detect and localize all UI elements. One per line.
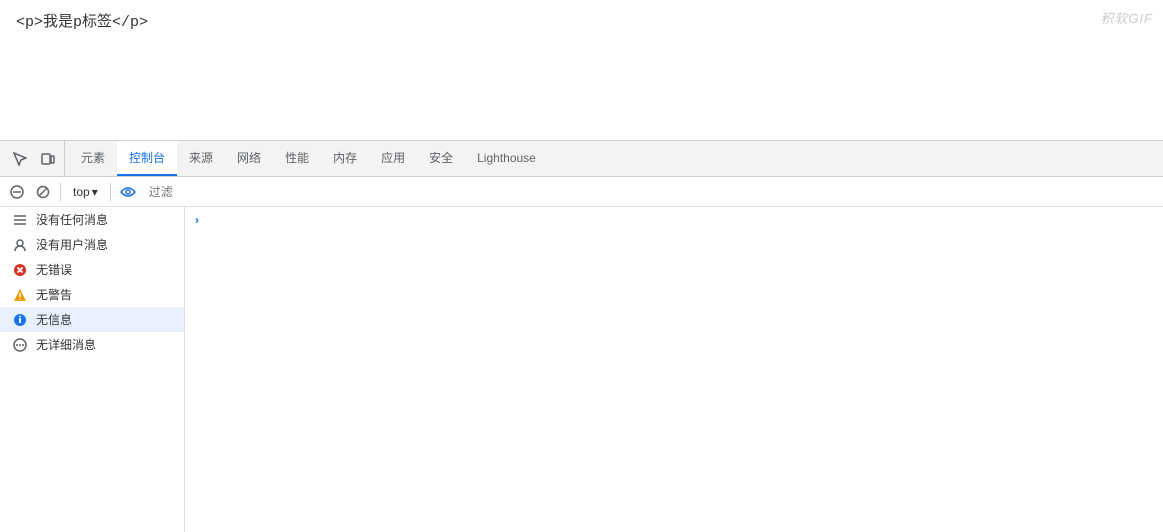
filter-eye-button[interactable]	[117, 181, 139, 203]
sidebar-item-info[interactable]: 无信息	[0, 307, 184, 332]
warnings-icon	[12, 287, 28, 303]
clear-console-button[interactable]	[6, 181, 28, 203]
browser-content: <p>我是p标签</p> 积软GIF	[0, 0, 1163, 140]
sidebar-label-all-messages: 没有任何消息	[36, 211, 108, 228]
sidebar-label-warnings: 无警告	[36, 286, 72, 303]
all-messages-icon	[12, 212, 28, 228]
sidebar-label-verbose: 无详细消息	[36, 336, 96, 353]
info-icon	[12, 312, 28, 328]
page-html-text: <p>我是p标签</p>	[16, 14, 148, 31]
context-selector[interactable]: top ▾	[67, 183, 104, 201]
tab-application[interactable]: 应用	[369, 141, 417, 176]
console-output: ›	[185, 207, 1163, 532]
sidebar-label-user-messages: 没有用户消息	[36, 236, 108, 253]
tab-console[interactable]: 控制台	[117, 141, 177, 176]
tab-network[interactable]: 网络	[225, 141, 273, 176]
sidebar-label-info: 无信息	[36, 311, 72, 328]
sidebar-label-errors: 无错误	[36, 261, 72, 278]
toolbar-separator-1	[60, 183, 61, 201]
tab-lighthouse[interactable]: Lighthouse	[465, 141, 548, 176]
block-icon[interactable]	[32, 181, 54, 203]
sidebar-item-user-messages[interactable]: 没有用户消息	[0, 232, 184, 257]
devtools-tab-bar: 元素 控制台 来源 网络 性能 内存 应用 安全	[0, 141, 1163, 177]
verbose-icon	[12, 337, 28, 353]
user-messages-icon	[12, 237, 28, 253]
console-main-panel: 没有任何消息 没有用户消息	[0, 207, 1163, 532]
filter-input[interactable]	[143, 185, 1157, 199]
device-toolbar-icon[interactable]	[36, 147, 60, 171]
sidebar-item-errors[interactable]: 无错误	[0, 257, 184, 282]
tab-performance[interactable]: 性能	[273, 141, 321, 176]
console-toolbar: top ▾	[0, 177, 1163, 207]
tab-sources[interactable]: 来源	[177, 141, 225, 176]
sidebar-item-verbose[interactable]: 无详细消息	[0, 332, 184, 357]
sidebar-item-warnings[interactable]: 无警告	[0, 282, 184, 307]
tab-memory[interactable]: 内存	[321, 141, 369, 176]
errors-icon	[12, 262, 28, 278]
devtools-icon-group	[4, 141, 65, 176]
watermark-text: 积软GIF	[1100, 8, 1153, 27]
sidebar-item-all-messages[interactable]: 没有任何消息	[0, 207, 184, 232]
tab-elements[interactable]: 元素	[69, 141, 117, 176]
tab-security[interactable]: 安全	[417, 141, 465, 176]
console-sidebar: 没有任何消息 没有用户消息	[0, 207, 185, 532]
toolbar-separator-2	[110, 183, 111, 201]
devtools-panel: 元素 控制台 来源 网络 性能 内存 应用 安全	[0, 140, 1163, 532]
devtools-tabs: 元素 控制台 来源 网络 性能 内存 应用 安全	[69, 141, 548, 176]
inspect-element-icon[interactable]	[8, 147, 32, 171]
console-chevron-icon[interactable]: ›	[195, 213, 199, 227]
